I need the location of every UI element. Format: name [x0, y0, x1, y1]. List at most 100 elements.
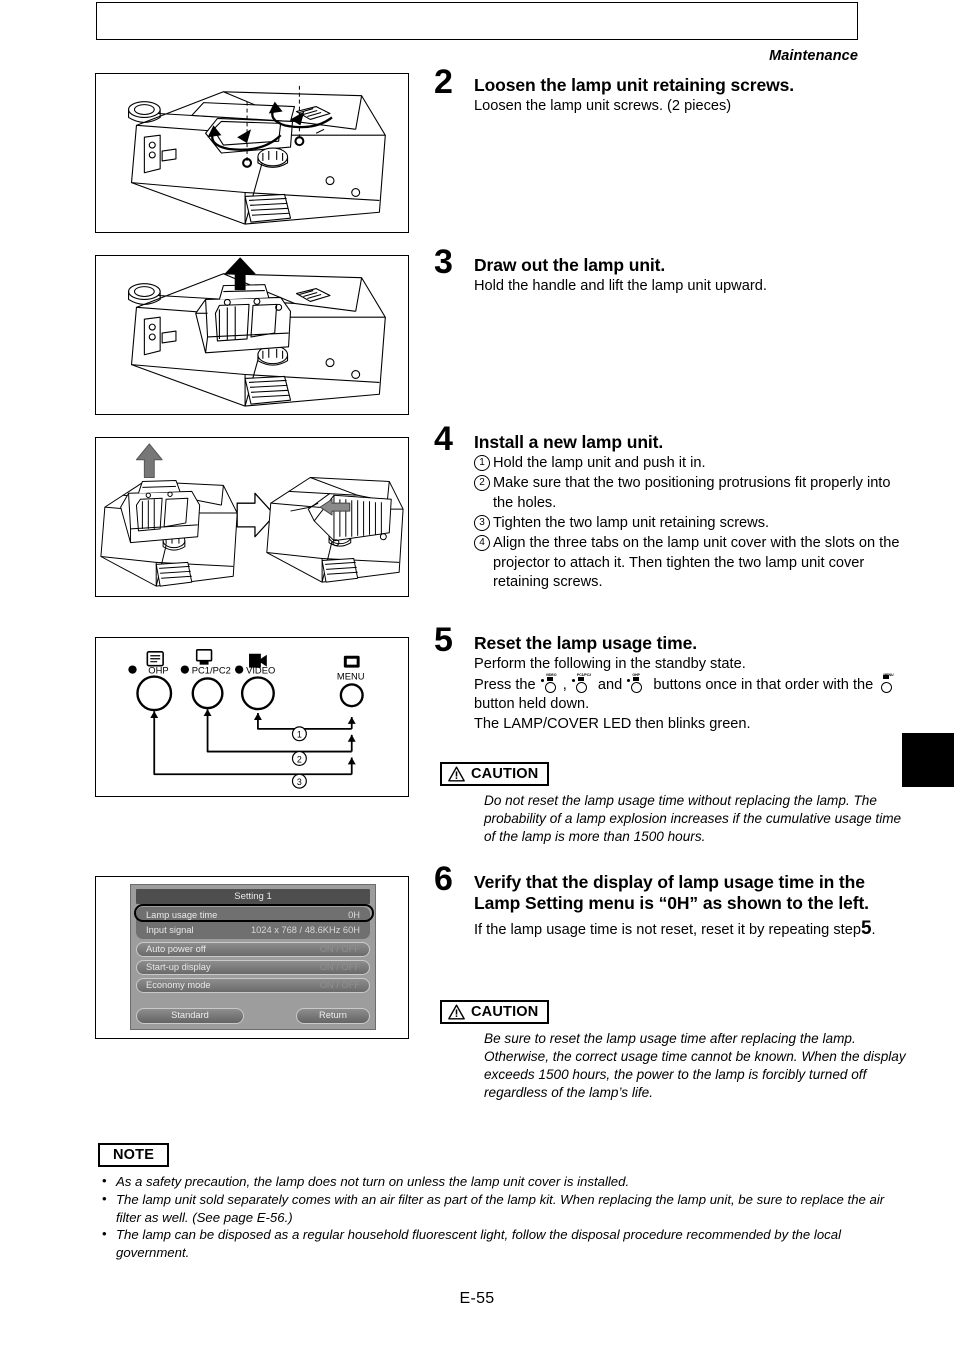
figure-draw-out-lamp-unit	[95, 255, 409, 415]
caution-header: CAUTION	[440, 762, 550, 786]
projector-body-illustration	[128, 91, 386, 225]
step-4: 4 Install a new lamp unit. 1 Hold the la…	[434, 422, 904, 593]
svg-text:3: 3	[297, 777, 302, 787]
substep-item: 4 Align the three tabs on the lamp unit …	[474, 534, 904, 594]
substep-text: Make sure that the two positioning protr…	[493, 475, 891, 512]
step-text-standby: Perform the following in the standby sta…	[474, 656, 746, 673]
substep-marker: 3	[474, 514, 490, 531]
sequence-connector-lines	[150, 709, 356, 776]
note-label: NOTE	[98, 1143, 170, 1167]
osd-row-label: Start-up display	[146, 962, 211, 972]
step-number: 2	[434, 63, 453, 101]
the-label: the	[852, 676, 874, 693]
svg-text:OHP: OHP	[148, 666, 168, 676]
osd-row-value: 0H	[348, 910, 360, 920]
osd-menu-title: Setting 1	[136, 889, 370, 904]
warning-triangle-icon	[448, 1004, 465, 1020]
osd-row-label: Auto power off	[146, 944, 206, 954]
osd-row-start-up-display[interactable]: Start-up display ON / OFF	[136, 960, 370, 975]
osd-row-label: Economy mode	[146, 980, 211, 990]
osd-row-auto-power-off[interactable]: Auto power off ON / OFF	[136, 942, 370, 957]
osd-row-value: ON / OFF	[319, 980, 360, 990]
note-box: NOTE As a safety precaution, the lamp do…	[98, 1143, 898, 1262]
osd-row-lamp-usage-time[interactable]: Lamp usage time 0H	[137, 908, 369, 923]
step-title: Loosen the lamp unit retaining screws.	[474, 75, 795, 95]
step-text: Loosen the lamp unit screws. (2 pieces)	[474, 98, 732, 115]
step-6-text-c: .	[871, 921, 876, 938]
menu-button-icon: MENU	[878, 673, 899, 695]
caution-text: Be sure to reset the lamp usage time aft…	[484, 1031, 906, 1101]
note-item: As a safety precaution, the lamp does no…	[98, 1172, 898, 1191]
pc1-pc2-button-icon: PC1/PC2	[571, 673, 593, 695]
step-number: 3	[434, 243, 453, 281]
substep-marker: 2	[474, 475, 490, 492]
step-6-text-a: If the lamp usage time is not reset, res…	[474, 921, 830, 938]
step-6-step-reference: 5	[860, 917, 872, 939]
caution-label: CAUTION	[471, 766, 539, 782]
step-number: 6	[434, 860, 453, 898]
osd-standard-button[interactable]: Standard	[136, 1008, 244, 1024]
page-top-box	[96, 2, 858, 40]
step-3: 3 Draw out the lamp unit. Hold the handl…	[434, 245, 904, 297]
osd-row-value: ON / OFF	[319, 962, 360, 972]
step-text-led: The LAMP/COVER LED then blinks green.	[474, 715, 751, 732]
substep-item: 2 Make sure that the two positioning pro…	[474, 474, 904, 514]
step-6-text-b: step	[833, 921, 861, 938]
step-title: Reset the lamp usage time.	[474, 633, 698, 653]
left-illustration-insert-lamp	[100, 443, 238, 587]
substep-item: 3 Tighten the two lamp unit retaining sc…	[474, 514, 904, 534]
caution-text: Do not reset the lamp usage time without…	[484, 793, 902, 845]
figure-control-panel-button-sequence: OHP PC1/PC2 VIDEO MENU 1 2 3	[95, 637, 409, 797]
note-item: The lamp can be disposed as a regular ho…	[98, 1225, 898, 1262]
held-down-label: button held down.	[474, 696, 590, 713]
osd-row-input-signal[interactable]: Input signal 1024 x 768 / 48.6KHz 60H	[137, 923, 369, 938]
press-the-label: Press the	[474, 676, 536, 693]
step-6: 6 Verify that the display of lamp usage …	[434, 862, 904, 941]
svg-text:PC1/PC2: PC1/PC2	[192, 666, 231, 676]
svg-text:2: 2	[297, 754, 302, 764]
step-title: Draw out the lamp unit.	[474, 255, 666, 275]
note-list: As a safety precaution, the lamp does no…	[98, 1172, 898, 1262]
osd-menu-panel: Setting 1 Lamp usage time 0H Input signa…	[130, 884, 376, 1030]
video-button-icon: VIDEO	[540, 673, 562, 695]
press-sequence-tail: buttons once in that order with	[653, 676, 849, 693]
osd-row-economy-mode[interactable]: Economy mode ON / OFF	[136, 978, 370, 993]
osd-row-value: ON / OFF	[319, 944, 360, 954]
substep-item: 1 Hold the lamp unit and push it in.	[474, 454, 904, 474]
figure-loosen-retaining-screws	[95, 73, 409, 233]
step-title: Verify that the display of lamp usage ti…	[474, 872, 869, 914]
step-number: 4	[434, 420, 453, 458]
control-button-pc1-pc2: PC1/PC2	[180, 649, 231, 710]
right-illustration-attach-cover	[266, 477, 404, 583]
caution-header: CAUTION	[440, 1000, 550, 1024]
sequence-markers: 1 2 3	[291, 726, 307, 789]
caution-box-2: CAUTION Be sure to reset the lamp usage …	[440, 1000, 910, 1102]
osd-button-row: Standard Return	[136, 1008, 370, 1024]
page-section-title: Maintenance	[769, 48, 858, 64]
figure-osd-setting1-menu: Setting 1 Lamp usage time 0H Input signa…	[95, 876, 409, 1039]
ohp-button-icon: OHP	[627, 673, 648, 695]
substep-text: Align the three tabs on the lamp unit co…	[493, 534, 900, 591]
osd-row-label: Lamp usage time	[146, 910, 218, 920]
step-title: Install a new lamp unit.	[474, 432, 664, 452]
substep-marker: 1	[474, 455, 490, 472]
step-4-substep-list: 1 Hold the lamp unit and push it in. 2 M…	[474, 454, 904, 593]
comma-separator: ,	[562, 676, 567, 693]
substep-marker: 4	[474, 534, 490, 551]
step-text: If the lamp usage time is not reset, res…	[474, 916, 904, 941]
caution-box-1: CAUTION Do not reset the lamp usage time…	[440, 762, 910, 846]
caution-label: CAUTION	[471, 1004, 539, 1020]
step-2: 2 Loosen the lamp unit retaining screws.…	[434, 65, 904, 117]
osd-row-value: 1024 x 768 / 48.6KHz 60H	[250, 925, 360, 935]
control-button-video: VIDEO	[235, 653, 275, 711]
control-button-ohp: OHP	[128, 651, 173, 712]
osd-group-info: Lamp usage time 0H Input signal 1024 x 7…	[136, 907, 370, 939]
osd-row-label: Input signal	[146, 925, 194, 935]
substep-text: Hold the lamp unit and push it in.	[493, 455, 706, 472]
osd-return-button[interactable]: Return	[296, 1008, 370, 1024]
step-5: 5 Reset the lamp usage time. Perform the…	[434, 623, 904, 734]
svg-text:VIDEO: VIDEO	[246, 666, 275, 676]
step-text-press-sequence: Press the VIDEO , PC1/PC2 and OHP button…	[474, 673, 904, 715]
svg-text:MENU: MENU	[337, 671, 365, 681]
warning-triangle-icon	[448, 766, 465, 782]
